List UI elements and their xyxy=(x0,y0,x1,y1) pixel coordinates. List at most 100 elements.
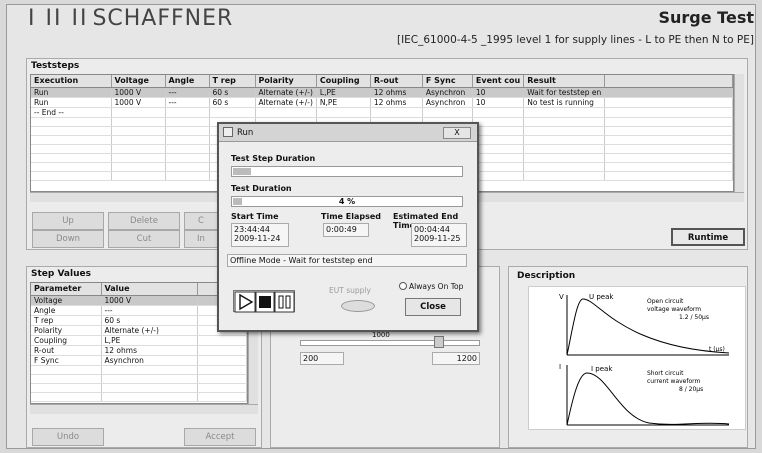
test-step-duration-label: Test Step Duration xyxy=(231,154,316,163)
slider-min-value[interactable]: 200 xyxy=(300,352,344,365)
table-row[interactable]: Coupling L,PE xyxy=(31,335,247,346)
table-cell xyxy=(31,117,112,127)
table-cell xyxy=(523,144,606,154)
table-cell: No test is running xyxy=(523,97,606,108)
start-time-field: 23:44:44 2009-11-24 xyxy=(231,223,289,247)
undo-button[interactable]: Undo xyxy=(32,428,104,446)
table-cell xyxy=(255,107,317,118)
cut-button[interactable]: Cut xyxy=(108,230,180,248)
table-cell xyxy=(472,126,525,136)
table-cell xyxy=(111,117,166,127)
table-row[interactable]: R-out 12 ohms xyxy=(31,345,247,356)
delete-button[interactable]: Delete xyxy=(108,212,180,230)
step-values-scrollbar-horizontal[interactable] xyxy=(30,404,258,414)
table-row[interactable] xyxy=(31,392,247,402)
table-cell xyxy=(111,144,166,154)
table-cell: 60 s xyxy=(209,87,256,98)
teststeps-column-header[interactable]: Voltage xyxy=(111,75,166,88)
table-cell xyxy=(165,126,210,136)
eut-supply-indicator[interactable] xyxy=(341,300,375,312)
table-row[interactable]: Polarity Alternate (+/-) xyxy=(31,325,247,336)
table-row[interactable]: T rep 60 s xyxy=(31,315,247,326)
teststeps-column-header[interactable]: R-out xyxy=(370,75,423,88)
table-row[interactable] xyxy=(31,383,247,393)
runtime-button[interactable]: Runtime xyxy=(671,228,745,246)
table-cell xyxy=(604,153,733,163)
insert-button[interactable]: In xyxy=(184,230,218,248)
table-row[interactable]: Run 1000 V --- 60 s Alternate (+/-) N,PE 12 oh… xyxy=(31,97,733,108)
table-row[interactable]: Run 1000 V --- 60 s Alternate (+/-) L,PE 12 oh… xyxy=(31,87,733,98)
always-on-top-label: Always On Top xyxy=(409,282,464,291)
close-icon[interactable]: X xyxy=(443,127,471,139)
teststeps-column-header[interactable]: Execution xyxy=(31,75,112,88)
pause-icon[interactable] xyxy=(274,291,295,313)
step-values-column-header[interactable]: Value xyxy=(101,283,198,296)
open-circuit-label: Open circuit xyxy=(647,298,684,305)
table-cell: F Sync xyxy=(31,355,102,366)
table-cell xyxy=(165,107,210,118)
table-cell: Alternate (+/-) xyxy=(101,325,198,336)
table-row[interactable]: Angle --- xyxy=(31,305,247,316)
teststeps-column-header[interactable]: Angle xyxy=(165,75,210,88)
teststeps-scrollbar-vertical[interactable] xyxy=(734,74,744,192)
i-axis-label: I xyxy=(559,363,561,371)
table-cell: 10 xyxy=(472,87,525,98)
table-cell xyxy=(316,107,371,118)
table-cell xyxy=(472,171,525,181)
teststeps-column-header[interactable]: Event cou xyxy=(472,75,525,88)
table-row[interactable]: -- End -- xyxy=(31,107,733,118)
end-time-value: 00:04:44 xyxy=(414,225,450,234)
teststeps-column-header-empty xyxy=(604,75,733,88)
table-row[interactable] xyxy=(31,374,247,384)
start-time-label: Start Time xyxy=(231,212,279,221)
table-cell xyxy=(31,392,102,402)
logo-bars: I II II xyxy=(28,6,89,31)
copy-button[interactable]: C xyxy=(184,212,218,230)
accept-button[interactable]: Accept xyxy=(184,428,256,446)
teststeps-column-header[interactable]: T rep xyxy=(209,75,256,88)
table-cell xyxy=(165,162,210,172)
table-cell xyxy=(197,355,247,366)
up-button[interactable]: Up xyxy=(32,212,104,230)
table-cell: Alternate (+/-) xyxy=(255,97,317,108)
table-cell xyxy=(472,144,525,154)
teststeps-column-header[interactable]: Coupling xyxy=(316,75,371,88)
run-dialog: Run X Test Step Duration Test Duration 4… xyxy=(217,122,479,332)
table-cell xyxy=(604,135,733,145)
table-row[interactable]: F Sync Asynchron xyxy=(31,355,247,366)
estimated-end-time-field: 00:04:44 2009-11-25 xyxy=(411,223,467,247)
teststeps-column-header[interactable]: F Sync xyxy=(422,75,473,88)
stop-icon[interactable] xyxy=(255,291,275,313)
slider-handle[interactable] xyxy=(434,336,444,348)
test-step-progress-fill xyxy=(233,168,252,175)
teststeps-column-header[interactable]: Polarity xyxy=(255,75,317,88)
step-values-column-header[interactable]: Parameter xyxy=(31,283,102,296)
always-on-top-radio[interactable] xyxy=(399,282,407,290)
table-cell xyxy=(604,162,733,172)
table-cell: -- End -- xyxy=(31,107,112,118)
table-row[interactable]: Voltage 1000 V xyxy=(31,295,247,306)
short-circuit-label: Short circuit xyxy=(647,370,684,377)
table-cell xyxy=(604,107,733,118)
close-button[interactable]: Close xyxy=(405,298,461,316)
down-button[interactable]: Down xyxy=(32,230,104,248)
status-message: Offline Mode - Wait for teststep end xyxy=(227,254,467,267)
run-dialog-titlebar[interactable]: Run X xyxy=(219,124,477,142)
table-cell: Asynchron xyxy=(101,355,198,366)
table-cell xyxy=(101,392,198,402)
step-values-table[interactable]: Parameter Value Voltage 1000 V Angle --- T re… xyxy=(30,282,248,404)
play-icon[interactable] xyxy=(234,291,256,313)
table-cell: 10 xyxy=(472,97,525,108)
table-cell xyxy=(31,374,102,384)
table-row[interactable] xyxy=(31,365,247,375)
table-cell: 60 s xyxy=(101,315,198,326)
table-cell: R-out xyxy=(31,345,102,356)
table-cell xyxy=(197,374,247,384)
slider-top-value: 1000 xyxy=(372,331,390,339)
slider-max-value[interactable]: 1200 xyxy=(432,352,480,365)
table-cell: Asynchron xyxy=(422,87,473,98)
value-slider[interactable] xyxy=(300,340,480,346)
table-cell xyxy=(197,345,247,356)
voltage-waveform-label: voltage waveform xyxy=(647,306,701,313)
teststeps-column-header[interactable]: Result xyxy=(523,75,606,88)
